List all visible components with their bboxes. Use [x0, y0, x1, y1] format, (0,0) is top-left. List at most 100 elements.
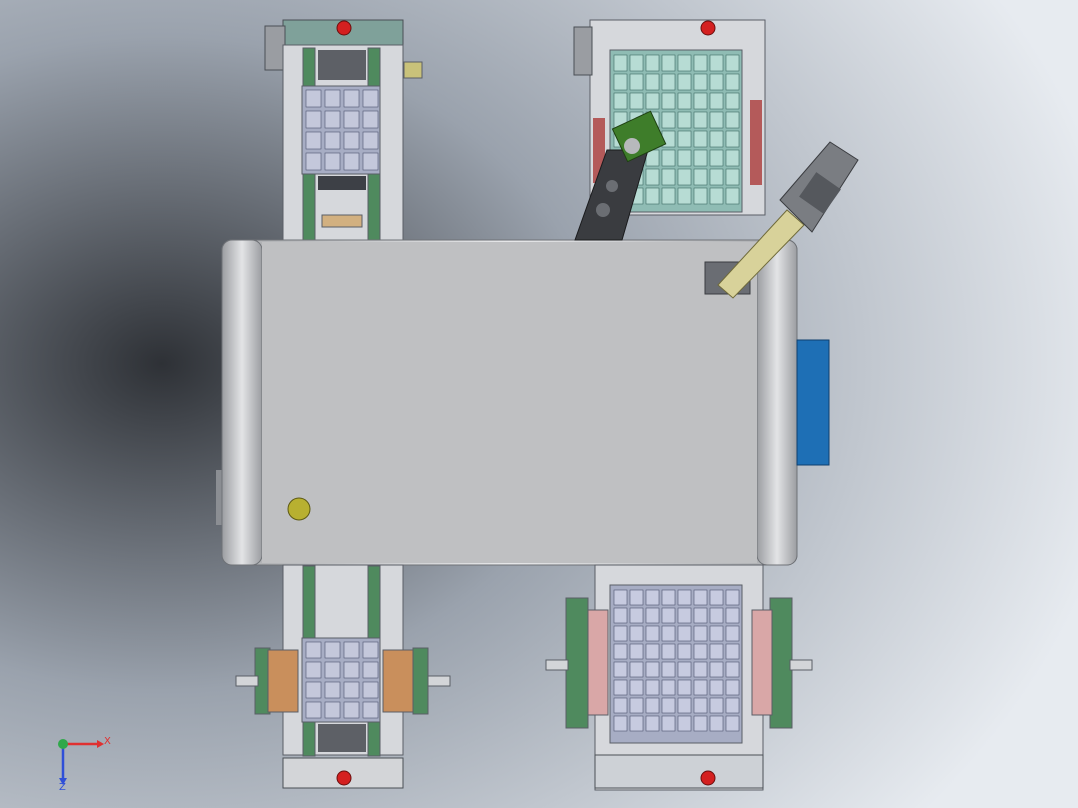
left-conveyor-bracket — [321, 214, 363, 228]
tray-cell — [645, 661, 660, 678]
tray-cell — [629, 54, 644, 72]
tray-cell — [693, 54, 708, 72]
tray-cell — [677, 715, 692, 732]
robot-flange — [624, 138, 640, 154]
tray-cell — [305, 131, 322, 150]
tray-cell — [613, 607, 628, 624]
tray-cell — [725, 168, 740, 186]
tray-cell — [677, 697, 692, 714]
tray-cell — [693, 111, 708, 129]
tray-cell — [693, 607, 708, 624]
tray-cell — [343, 701, 360, 719]
tray-cell — [661, 111, 676, 129]
tray-cell — [677, 679, 692, 696]
tray-cell — [725, 149, 740, 167]
tray-cell — [629, 697, 644, 714]
tray-cell — [362, 701, 379, 719]
tray-cell — [661, 643, 676, 660]
tray-cell — [693, 187, 708, 205]
tray-cell — [343, 641, 360, 659]
tray-cell — [725, 643, 740, 660]
cabinet-top-panel — [262, 242, 757, 563]
tray-cell — [661, 589, 676, 606]
tray-cell — [693, 697, 708, 714]
tray-cell — [645, 168, 660, 186]
tray-cell — [709, 679, 724, 696]
tray-cell — [677, 187, 692, 205]
tray-cell — [693, 589, 708, 606]
tray-cell — [725, 715, 740, 732]
tray-cell — [693, 130, 708, 148]
tray-cell — [677, 643, 692, 660]
tray-cell — [693, 92, 708, 110]
tray-cell — [343, 89, 360, 108]
side-clamp-right — [769, 597, 793, 729]
tray-cell — [725, 697, 740, 714]
tray-cell — [709, 643, 724, 660]
clamp-pin — [427, 675, 451, 687]
tray-cell — [362, 641, 379, 659]
y-axis-dot — [58, 739, 68, 749]
tray-cell — [645, 715, 660, 732]
tray-cell — [343, 131, 360, 150]
tray-cell — [709, 715, 724, 732]
tray-cell — [362, 89, 379, 108]
side-sensor — [403, 61, 423, 79]
tray-cell — [645, 589, 660, 606]
cad-viewport[interactable]: X Z — [0, 0, 1078, 808]
tray-cell — [725, 92, 740, 110]
tray-cell — [613, 661, 628, 678]
olive-knob[interactable] — [287, 497, 311, 521]
clamp-pin — [789, 659, 813, 671]
tray-cell — [324, 152, 341, 171]
tray-cell — [709, 111, 724, 129]
tray-cell — [645, 73, 660, 91]
red-stop-button[interactable] — [700, 20, 716, 36]
tray-cell — [661, 92, 676, 110]
tray-cell — [629, 661, 644, 678]
conveyor-roller — [318, 724, 366, 752]
tray-cell — [693, 73, 708, 91]
tray-cell — [324, 641, 341, 659]
tray-cell — [725, 679, 740, 696]
tray-cell — [645, 607, 660, 624]
tray-cell — [324, 701, 341, 719]
left-conveyor-module[interactable] — [264, 19, 423, 241]
tray-cell — [661, 679, 676, 696]
pink-plate-right — [751, 609, 773, 716]
tray-cell — [305, 641, 322, 659]
cad-top-view: X Z — [0, 0, 1078, 808]
tray-cell — [305, 110, 322, 129]
tray-cell — [305, 661, 322, 679]
tray-cell — [661, 187, 676, 205]
tan-pad-left — [267, 649, 299, 713]
tray-cell — [677, 149, 692, 167]
tray-cell — [629, 715, 644, 732]
tray-cell — [693, 679, 708, 696]
red-stop-button[interactable] — [336, 20, 352, 36]
left-conveyor-motor-top — [264, 25, 286, 71]
tray-cell — [709, 92, 724, 110]
tray-cell — [613, 697, 628, 714]
tray-cell — [725, 187, 740, 205]
tray-cell — [661, 73, 676, 91]
tray-module-motor — [573, 26, 593, 76]
tray-cell — [324, 681, 341, 699]
tray-cell — [645, 643, 660, 660]
red-stop-button[interactable] — [336, 770, 352, 786]
tray-cell — [693, 661, 708, 678]
tray-cell — [709, 607, 724, 624]
red-stop-button[interactable] — [700, 770, 716, 786]
tray-cell — [725, 73, 740, 91]
tray-cell — [645, 54, 660, 72]
tray-cell — [629, 625, 644, 642]
tray-cell — [645, 625, 660, 642]
tray-cell — [661, 149, 676, 167]
tray-cell — [709, 661, 724, 678]
cabinet-end-cap-right — [756, 239, 798, 566]
tray-cell — [324, 89, 341, 108]
tray-cell — [362, 661, 379, 679]
cabinet-end-cap-left — [221, 239, 263, 566]
tray-cell — [709, 697, 724, 714]
tray-cell — [613, 625, 628, 642]
